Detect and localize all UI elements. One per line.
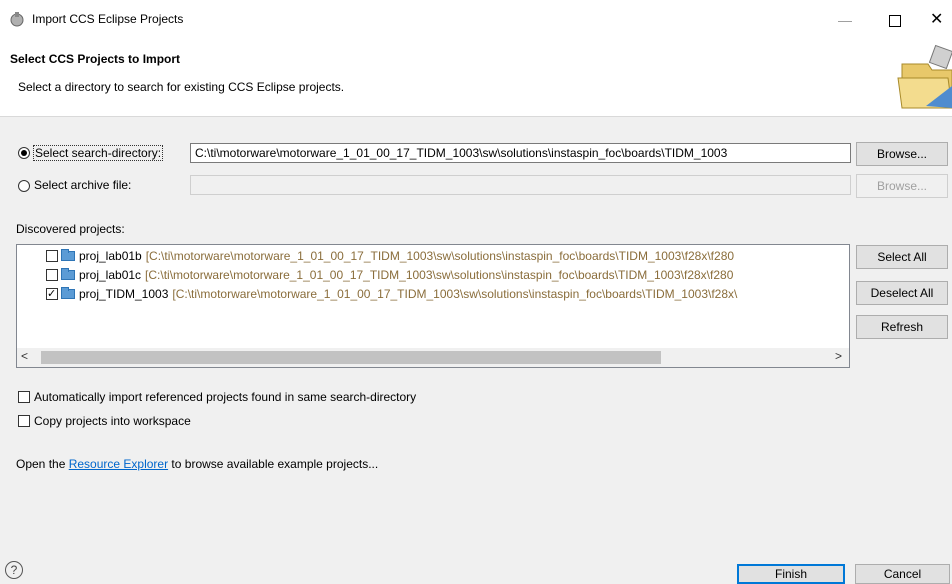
project-path: [C:\ti\motorware\motorware_1_01_00_17_TI… xyxy=(145,249,735,263)
auto-import-label[interactable]: Automatically import referenced projects… xyxy=(34,390,416,404)
app-icon xyxy=(9,11,25,27)
archive-file-input[interactable] xyxy=(190,175,851,195)
cancel-button[interactable]: Cancel xyxy=(855,564,950,584)
project-name: proj_TIDM_1003 xyxy=(79,287,169,301)
page-title: Select CCS Projects to Import xyxy=(10,52,181,66)
project-name: proj_lab01c xyxy=(79,268,142,282)
auto-import-checkbox[interactable] xyxy=(18,391,30,403)
close-button[interactable]: ✕ xyxy=(930,6,952,34)
page-description: Select a directory to search for existin… xyxy=(18,80,345,94)
folder-icon xyxy=(61,268,75,280)
minimize-button[interactable]: — xyxy=(830,6,860,34)
refresh-button[interactable]: Refresh xyxy=(856,315,948,339)
scrollbar-thumb[interactable] xyxy=(41,351,661,364)
maximize-button[interactable] xyxy=(880,6,910,34)
project-checkbox[interactable] xyxy=(46,269,58,281)
maximize-icon xyxy=(889,14,901,27)
scroll-left-arrow[interactable]: < xyxy=(21,349,28,363)
folder-icon xyxy=(61,287,75,299)
resource-explorer-link[interactable]: Resource Explorer xyxy=(69,457,168,471)
copy-projects-label[interactable]: Copy projects into workspace xyxy=(34,414,191,428)
window-title: Import CCS Eclipse Projects xyxy=(32,12,184,26)
search-directory-label[interactable]: Select search-directory: xyxy=(33,145,164,161)
import-folder-icon xyxy=(888,42,952,112)
scroll-right-arrow[interactable]: > xyxy=(835,349,842,363)
resource-explorer-prefix: Open the xyxy=(16,457,69,471)
discovered-projects-label: Discovered projects: xyxy=(16,222,125,236)
horizontal-scrollbar[interactable]: < > xyxy=(17,348,849,367)
project-name: proj_lab01b xyxy=(79,249,142,263)
select-all-button[interactable]: Select All xyxy=(856,245,948,269)
search-directory-radio[interactable] xyxy=(18,147,30,159)
browse-directory-button[interactable]: Browse... xyxy=(856,142,948,166)
deselect-all-button[interactable]: Deselect All xyxy=(856,281,948,305)
project-path: [C:\ti\motorware\motorware_1_01_00_17_TI… xyxy=(172,287,738,301)
list-item[interactable]: proj_TIDM_1003[C:\ti\motorware\motorware… xyxy=(46,285,856,303)
browse-archive-button[interactable]: Browse... xyxy=(856,174,948,198)
resource-explorer-suffix: to browse available example projects... xyxy=(168,457,379,471)
list-item[interactable]: proj_lab01b [C:\ti\motorware\motorware_1_… xyxy=(46,247,856,265)
project-path: [C:\ti\motorware\motorware_1_01_00_17_TI… xyxy=(145,268,734,282)
resource-explorer-text: Open the Resource Explorer to browse ava… xyxy=(16,457,378,471)
folder-icon xyxy=(61,249,75,261)
search-directory-input[interactable]: C:\ti\motorware\motorware_1_01_00_17_TID… xyxy=(190,143,851,163)
archive-file-radio[interactable] xyxy=(18,180,30,192)
project-checkbox[interactable] xyxy=(46,285,58,303)
finish-button[interactable]: Finish xyxy=(737,564,845,584)
list-item[interactable]: proj_lab01c [C:\ti\motorware\motorware_1_… xyxy=(46,266,856,284)
copy-projects-checkbox[interactable] xyxy=(18,415,30,427)
archive-file-label[interactable]: Select archive file: xyxy=(34,178,131,192)
help-icon[interactable]: ? xyxy=(5,561,23,579)
project-checkbox[interactable] xyxy=(46,250,58,262)
